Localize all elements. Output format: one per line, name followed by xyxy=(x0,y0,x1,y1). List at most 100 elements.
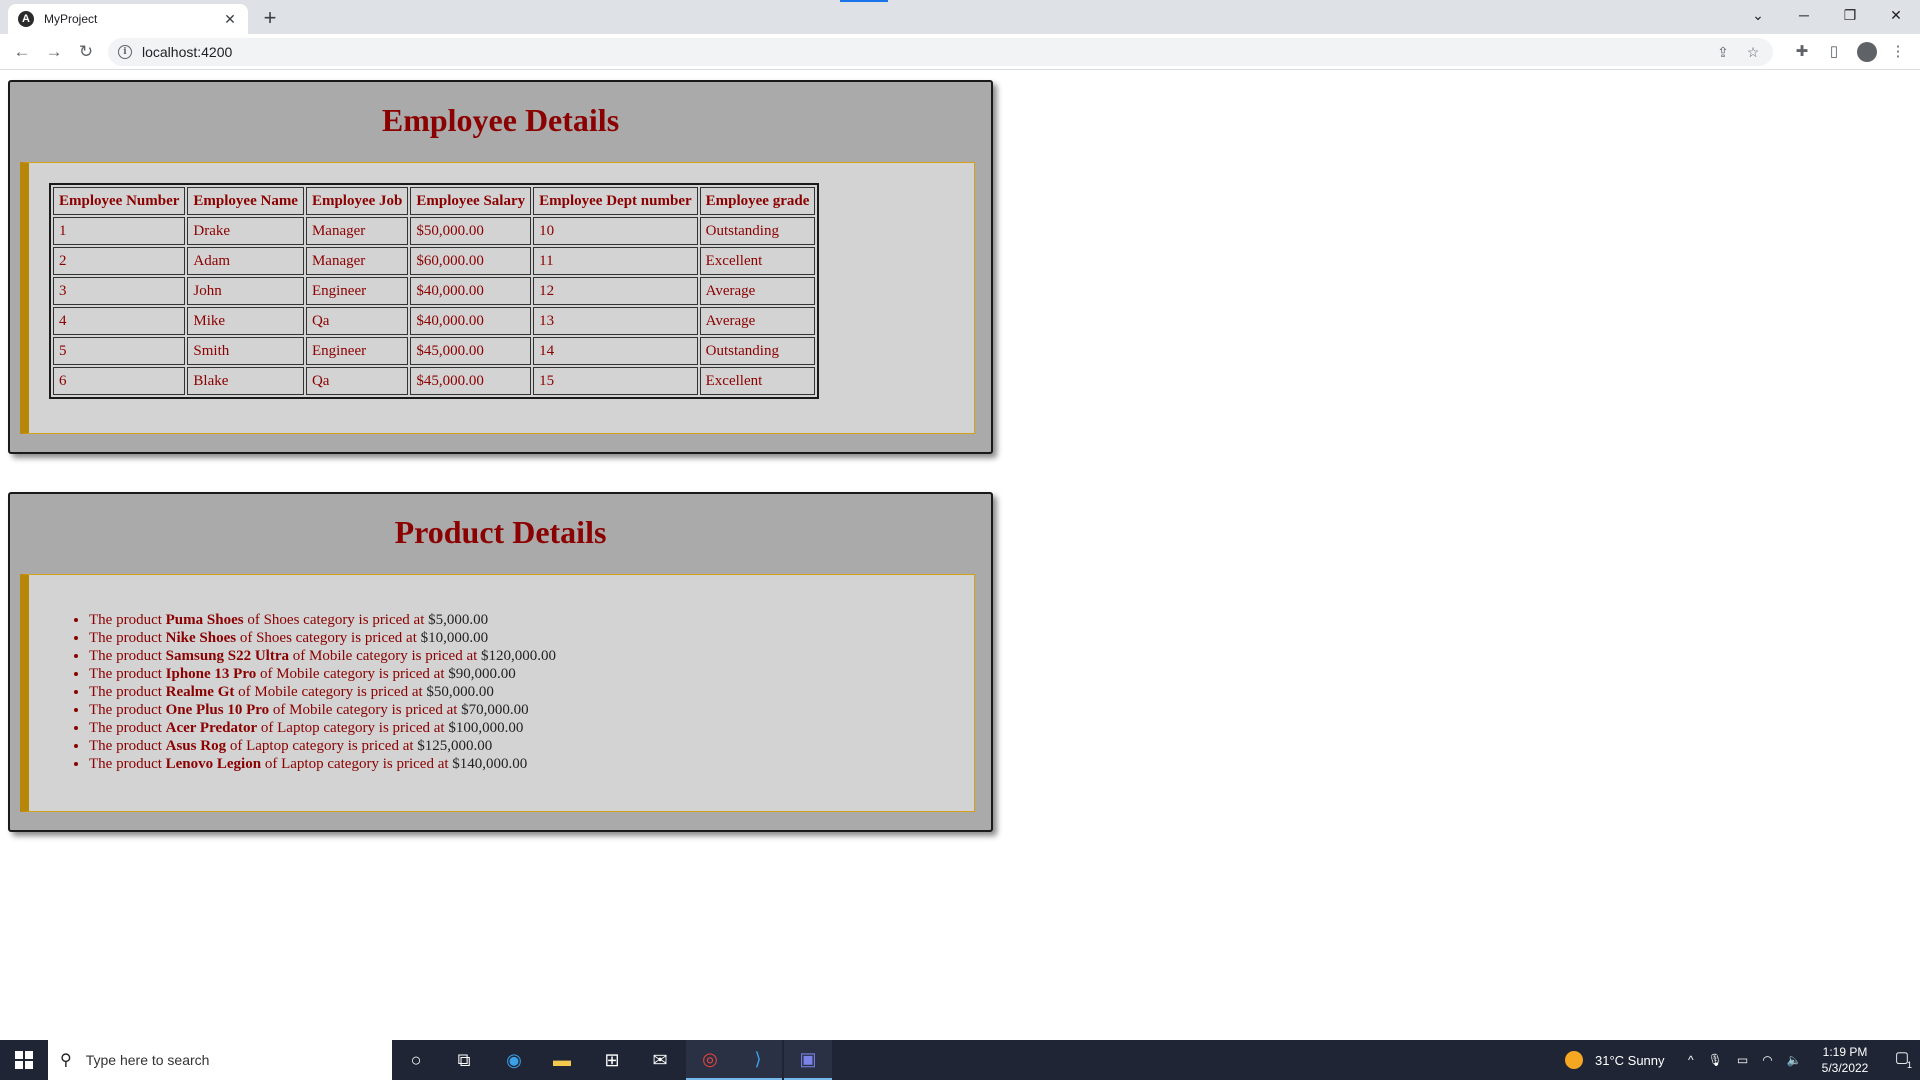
table-cell: Manager xyxy=(305,217,409,245)
column-header: Employee Job xyxy=(305,187,409,215)
search-placeholder: Type here to search xyxy=(85,1052,210,1068)
table-cell: 4 xyxy=(53,307,186,335)
table-cell: Engineer xyxy=(305,277,409,305)
table-cell: 5 xyxy=(53,337,186,365)
column-header: Employee Salary xyxy=(410,187,532,215)
table-cell: Drake xyxy=(187,217,304,245)
table-row: 3 John Engineer $40,000.00 12 Average xyxy=(53,277,816,305)
product-list-container: The product Puma Shoes of Shoes category… xyxy=(20,574,975,812)
table-cell: Qa xyxy=(305,307,409,335)
browser-toolbar: ← → ↻ i localhost:4200 ⇪ ☆ ✚ ▯ ⋮ xyxy=(0,34,1920,70)
file-explorer-icon[interactable]: ▬ xyxy=(538,1040,586,1080)
table-header-row: Employee Number Employee Name Employee J… xyxy=(53,187,816,215)
item-prefix: The product xyxy=(89,648,162,664)
list-item: The product Lenovo Legion of Laptop cate… xyxy=(89,755,556,773)
employee-table: Employee Number Employee Name Employee J… xyxy=(49,183,820,399)
employee-table-container: Employee Number Employee Name Employee J… xyxy=(20,162,975,434)
chevron-up-icon[interactable]: ^ xyxy=(1688,1053,1694,1067)
item-middle: category is priced at xyxy=(292,738,414,754)
mail-icon[interactable]: ✉ xyxy=(636,1040,684,1080)
weather-widget[interactable]: 31°C Sunny xyxy=(1565,1040,1665,1080)
list-item: The product Iphone 13 Pro of Mobile cate… xyxy=(89,665,556,683)
list-item: The product Samsung S22 Ultra of Mobile … xyxy=(89,647,556,665)
forward-arrow-icon[interactable]: → xyxy=(42,40,66,64)
tab-search-indicator xyxy=(840,0,888,2)
restore-icon[interactable]: ❐ xyxy=(1827,0,1873,30)
item-middle: category is priced at xyxy=(301,684,423,700)
taskbar-clock[interactable]: 1:19 PM 5/3/2022 xyxy=(1810,1044,1880,1076)
address-bar[interactable]: i localhost:4200 ⇪ ☆ xyxy=(108,38,1773,66)
info-icon[interactable]: i xyxy=(118,45,132,59)
table-cell: 14 xyxy=(533,337,698,365)
chrome-icon[interactable]: ◎ xyxy=(686,1040,734,1080)
product-name: Lenovo Legion xyxy=(165,756,262,772)
product-price: $50,000.00 xyxy=(426,684,494,700)
battery-icon[interactable]: ▭ xyxy=(1737,1053,1748,1067)
product-category: Laptop xyxy=(281,756,324,772)
taskbar-search[interactable]: ⚲ Type here to search xyxy=(48,1040,392,1080)
table-row: 6 Blake Qa $45,000.00 15 Excellent xyxy=(53,367,816,395)
item-of: of xyxy=(239,630,253,646)
wifi-icon[interactable]: ◠ xyxy=(1762,1053,1772,1067)
browser-tab[interactable]: A MyProject ✕ xyxy=(8,4,248,34)
share-icon[interactable]: ⇪ xyxy=(1711,38,1735,66)
tab-search-icon[interactable]: ⌄ xyxy=(1735,0,1781,30)
table-cell: Qa xyxy=(305,367,409,395)
extensions-icon[interactable]: ✚ xyxy=(1790,42,1814,62)
notification-icon[interactable]: ▢ 1 xyxy=(1890,1048,1914,1072)
item-of: of xyxy=(238,684,251,700)
table-cell: Average xyxy=(699,307,816,335)
table-cell: John xyxy=(187,277,304,305)
task-view-icon[interactable]: ⧉ xyxy=(440,1040,488,1080)
store-icon[interactable]: ⊞ xyxy=(588,1040,636,1080)
product-price: $90,000.00 xyxy=(448,666,516,682)
product-price: $125,000.00 xyxy=(417,738,493,754)
table-row: 2 Adam Manager $60,000.00 11 Excellent xyxy=(53,247,816,275)
product-category: Mobile xyxy=(289,702,333,718)
table-cell: $45,000.00 xyxy=(410,367,532,395)
sun-icon xyxy=(1565,1051,1583,1069)
url-text[interactable]: localhost:4200 xyxy=(142,44,232,60)
column-header: Employee Number xyxy=(53,187,186,215)
item-of: of xyxy=(264,756,278,772)
item-prefix: The product xyxy=(89,756,162,772)
bookmark-star-icon[interactable]: ☆ xyxy=(1741,38,1765,66)
product-name: Realme Gt xyxy=(165,684,235,700)
edge-icon[interactable]: ◉ xyxy=(490,1040,538,1080)
table-cell: 11 xyxy=(533,247,698,275)
item-middle: category is priced at xyxy=(323,720,445,736)
volume-icon[interactable]: 🔈 xyxy=(1787,1053,1802,1067)
table-cell: Adam xyxy=(187,247,304,275)
vscode-icon[interactable]: ⟩ xyxy=(734,1040,782,1080)
product-price: $10,000.00 xyxy=(420,630,489,646)
new-tab-icon[interactable]: + xyxy=(258,5,282,31)
close-icon[interactable]: ✕ xyxy=(222,11,238,28)
menu-kebab-icon[interactable]: ⋮ xyxy=(1886,42,1910,62)
clock-date: 5/3/2022 xyxy=(1821,1061,1869,1075)
table-cell: Manager xyxy=(305,247,409,275)
window-close-icon[interactable]: ✕ xyxy=(1873,0,1919,30)
side-panel-icon[interactable]: ▯ xyxy=(1822,42,1846,62)
table-cell: 15 xyxy=(533,367,698,395)
item-of: of xyxy=(272,702,286,718)
reload-icon[interactable]: ↻ xyxy=(74,40,98,64)
profile-avatar-icon[interactable] xyxy=(1857,42,1877,62)
back-arrow-icon[interactable]: ← xyxy=(10,40,34,64)
list-item: The product Asus Rog of Laptop category … xyxy=(89,737,556,755)
table-cell: 6 xyxy=(53,367,186,395)
windows-logo-icon[interactable] xyxy=(0,1040,48,1080)
table-cell: Blake xyxy=(187,367,304,395)
minimize-icon[interactable]: ─ xyxy=(1781,0,1827,30)
tab-title: MyProject xyxy=(44,12,98,26)
search-icon: ⚲ xyxy=(60,1052,72,1069)
table-cell: Excellent xyxy=(699,367,816,395)
cortana-icon[interactable]: ○ xyxy=(392,1040,440,1080)
product-price: $120,000.00 xyxy=(481,648,557,664)
table-row: 1 Drake Manager $50,000.00 10 Outstandin… xyxy=(53,217,816,245)
microphone-icon[interactable]: 🎙 xyxy=(1708,1053,1723,1067)
table-cell: $45,000.00 xyxy=(410,337,532,365)
column-header: Employee Dept number xyxy=(533,187,698,215)
product-category: Shoes xyxy=(256,630,292,646)
list-item: The product Nike Shoes of Shoes category… xyxy=(89,629,556,647)
teams-icon[interactable]: ▣ xyxy=(784,1040,832,1080)
